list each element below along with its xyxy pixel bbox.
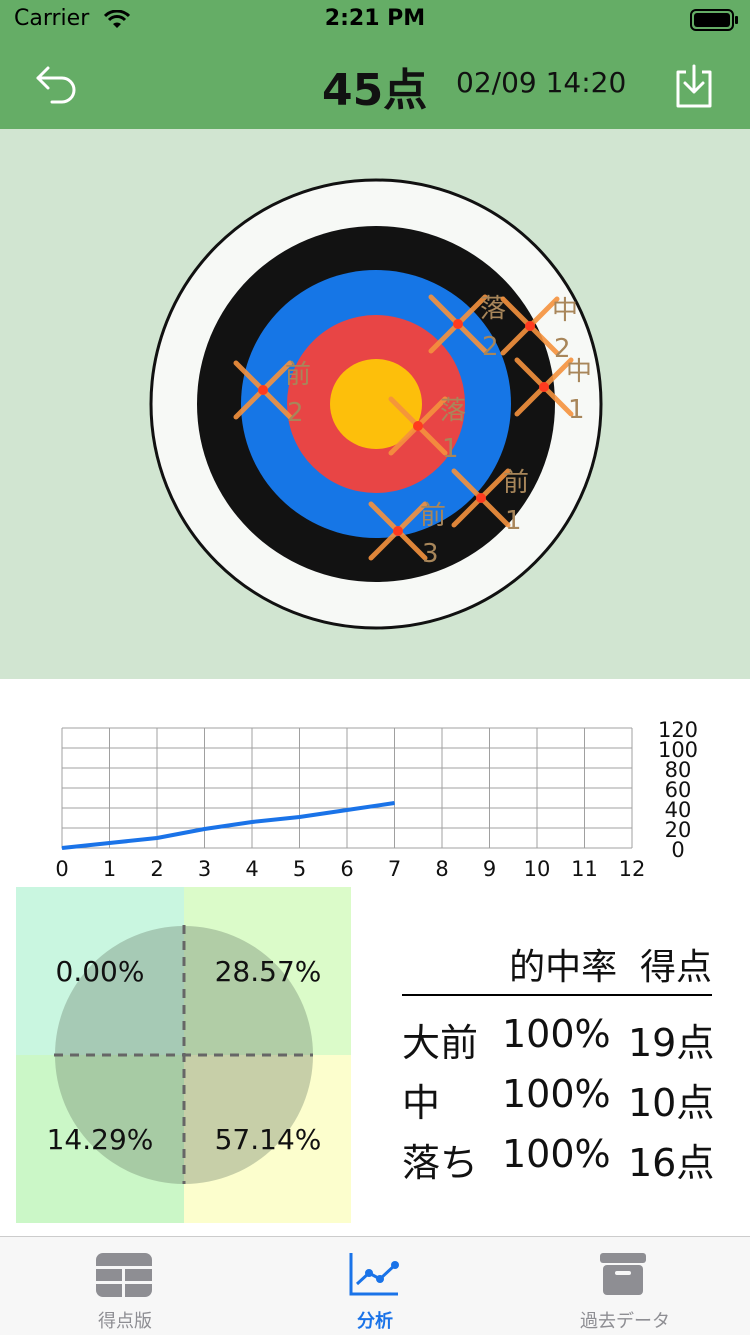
battery-icon bbox=[690, 9, 738, 31]
row-rate: 100% bbox=[502, 1012, 611, 1056]
clock: 2:21 PM bbox=[324, 6, 426, 31]
x-tick-label: 1 bbox=[103, 857, 116, 881]
archive-icon bbox=[600, 1253, 646, 1295]
data-point bbox=[394, 802, 395, 804]
quadrant-top-right-value: 28.57% bbox=[214, 955, 322, 988]
x-tick-label: 9 bbox=[483, 857, 496, 881]
hit-mark-number: 2 bbox=[287, 398, 304, 428]
hit-point bbox=[539, 382, 549, 392]
status-bar: Carrier 2:21 PM bbox=[0, 0, 750, 40]
x-tick-label: 12 bbox=[619, 857, 646, 881]
x-tick-label: 3 bbox=[198, 857, 211, 881]
hit-mark-label: 落 bbox=[440, 396, 466, 426]
quadrant-graphic bbox=[16, 887, 351, 1223]
x-tick-label: 11 bbox=[571, 857, 598, 881]
stats-header: 的中率 得点 bbox=[509, 947, 712, 988]
quadrant-bottom-left-value: 14.29% bbox=[46, 1123, 154, 1156]
row-points: 10点 bbox=[628, 1081, 715, 1125]
hit-mark-number: 3 bbox=[422, 539, 439, 569]
data-point bbox=[204, 828, 205, 830]
total-score: 45点 bbox=[322, 65, 428, 116]
row-points: 19点 bbox=[628, 1021, 715, 1065]
hit-point bbox=[258, 385, 268, 395]
target-area: 落2中2中1前2落1前1前3 bbox=[0, 129, 750, 775]
row-name: 落ち bbox=[402, 1141, 479, 1185]
stats-row: 大前 100% 19点 bbox=[402, 1012, 722, 1065]
quadrant-bottom-right-value: 57.14% bbox=[214, 1123, 322, 1156]
x-tick-label: 4 bbox=[245, 857, 258, 881]
hit-point bbox=[476, 493, 486, 503]
x-tick-label: 5 bbox=[293, 857, 306, 881]
chart-icon bbox=[349, 1253, 399, 1296]
hit-point bbox=[453, 319, 463, 329]
row-name: 中 bbox=[402, 1081, 441, 1125]
tab-scoreboard[interactable]: 得点版 bbox=[0, 1237, 250, 1335]
hit-mark-label: 前 bbox=[285, 360, 311, 390]
stats-divider bbox=[402, 994, 712, 996]
score-progress-chart: 0 1 2 3 4 5 6 7 8 9 10 11 12 120 100 80 60 40 20 0 bbox=[0, 710, 750, 885]
tab-bar: 得点版 分析 過去データ bbox=[0, 1236, 750, 1335]
row-points: 16点 bbox=[628, 1141, 715, 1185]
hit-point bbox=[413, 421, 423, 431]
tab-analysis-label: 分析 bbox=[357, 1311, 393, 1332]
stats-row: 落ち 100% 16点 bbox=[402, 1132, 722, 1185]
nav-bar: 45点 02/09 14:20 bbox=[0, 40, 750, 129]
chart-svg: 0 1 2 3 4 5 6 7 8 9 10 11 12120100806040200 bbox=[55, 718, 698, 881]
data-point bbox=[346, 809, 348, 811]
hit-mark-label: 中 bbox=[566, 357, 592, 387]
chart-grid bbox=[61, 727, 633, 849]
hit-mark-label: 前 bbox=[503, 468, 529, 498]
x-tick-label: 0 bbox=[55, 857, 68, 881]
archery-target[interactable]: 落2中2中1前2 落1前1前3 bbox=[0, 129, 750, 775]
y-tick-label: 0 bbox=[671, 838, 684, 862]
row-rate: 100% bbox=[502, 1072, 611, 1116]
row-rate: 100% bbox=[502, 1132, 611, 1176]
data-point bbox=[109, 842, 110, 844]
tab-history-label: 過去データ bbox=[580, 1311, 670, 1332]
quadrant-distribution: 0.00% 28.57% 14.29% 57.14% bbox=[16, 887, 351, 1223]
x-tick-label: 10 bbox=[524, 857, 551, 881]
grid-icon bbox=[96, 1253, 152, 1297]
data-point bbox=[299, 816, 300, 818]
download-icon[interactable] bbox=[672, 62, 716, 110]
hit-point bbox=[525, 321, 535, 331]
quadrant-top-left-value: 0.00% bbox=[55, 955, 145, 988]
hit-mark-number: 1 bbox=[568, 395, 585, 425]
data-point bbox=[61, 847, 63, 849]
hit-mark-number: 2 bbox=[482, 332, 499, 362]
data-point bbox=[251, 821, 253, 823]
x-tick-label: 6 bbox=[340, 857, 353, 881]
tab-analysis[interactable]: 分析 bbox=[250, 1237, 500, 1335]
x-tick-label: 2 bbox=[150, 857, 163, 881]
session-datetime: 02/09 14:20 bbox=[456, 66, 627, 99]
row-name: 大前 bbox=[402, 1021, 479, 1065]
hit-mark-number: 1 bbox=[505, 506, 522, 536]
hit-mark-label: 中 bbox=[552, 296, 578, 326]
x-tick-label: 7 bbox=[388, 857, 401, 881]
x-tick-label: 8 bbox=[435, 857, 448, 881]
tab-scoreboard-label: 得点版 bbox=[98, 1311, 152, 1332]
data-point bbox=[156, 837, 158, 839]
tab-history[interactable]: 過去データ bbox=[500, 1237, 750, 1335]
target-rings bbox=[149, 178, 603, 630]
hit-point bbox=[393, 526, 403, 536]
series-line bbox=[61, 801, 395, 850]
hit-mark-number: 1 bbox=[442, 434, 459, 464]
hit-mark-label: 前 bbox=[420, 501, 446, 531]
back-icon[interactable] bbox=[34, 62, 80, 108]
stats-row: 中 100% 10点 bbox=[402, 1072, 722, 1125]
